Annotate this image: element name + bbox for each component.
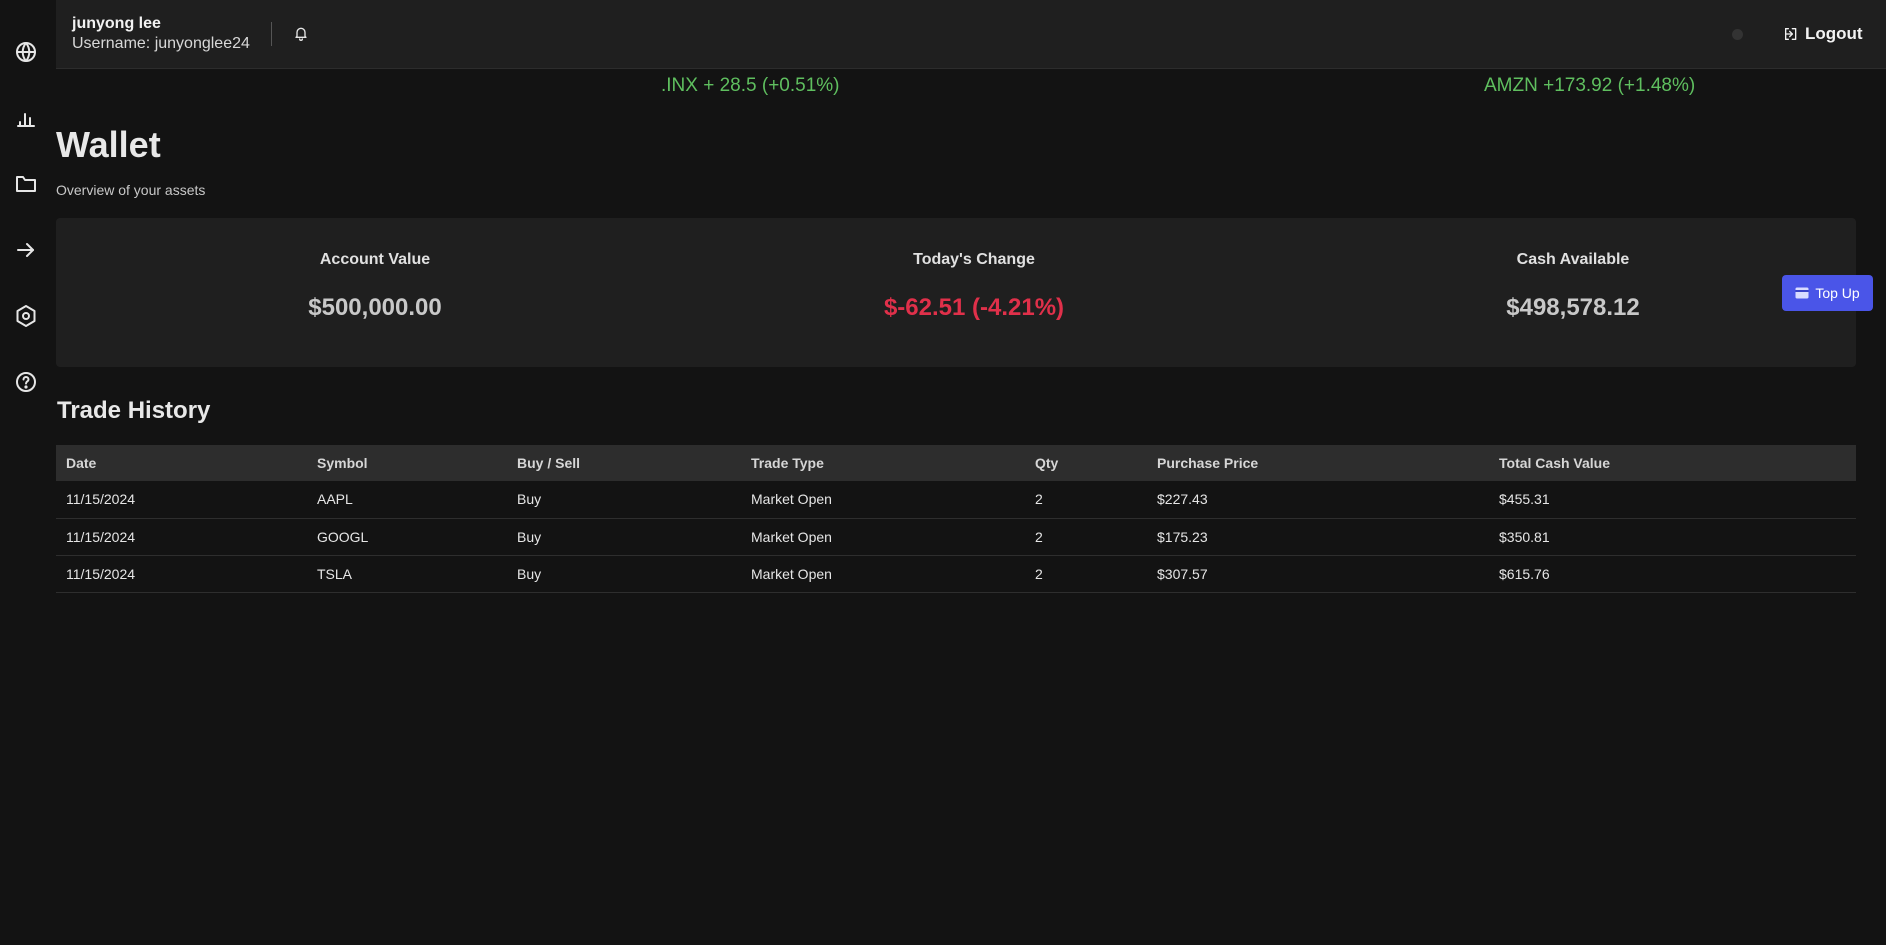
cell-trade-type: Market Open	[751, 491, 832, 508]
table-row: 11/15/2024 AAPL Buy Market Open 2 $227.4…	[56, 481, 1856, 518]
cell-qty: 2	[1035, 565, 1043, 582]
header-divider	[271, 22, 272, 46]
cell-trade-type: Market Open	[751, 528, 832, 545]
cell-symbol: AAPL	[317, 491, 353, 508]
cell-purchase-price: $227.43	[1157, 491, 1208, 508]
cash-available-value: $498,578.12	[1506, 294, 1640, 321]
cell-buy-sell: Buy	[517, 491, 542, 508]
cell-total-cash-value: $455.31	[1499, 491, 1550, 508]
table-row: 11/15/2024 GOOGL Buy Market Open 2 $175.…	[56, 518, 1856, 555]
sidebar	[0, 0, 56, 945]
cell-buy-sell: Buy	[517, 565, 542, 582]
todays-change-value: $-62.51 (-4.21%)	[883, 294, 1065, 321]
top-up-button[interactable]: Top Up	[1782, 275, 1873, 311]
cell-trade-type: Market Open	[751, 565, 832, 582]
cell-symbol: TSLA	[317, 565, 353, 582]
cell-purchase-price: $175.23	[1157, 528, 1208, 545]
cell-date: 11/15/2024	[66, 565, 136, 582]
column-header-purchase-price[interactable]: Purchase Price	[1147, 445, 1489, 481]
top-header: junyong lee Username: junyonglee24 Logou…	[56, 0, 1886, 69]
cell-purchase-price: $307.57	[1157, 565, 1208, 582]
account-value-label: Account Value	[319, 251, 431, 268]
trade-history-table: Date Symbol Buy / Sell Trade Type Qty Pu…	[56, 445, 1856, 593]
table-header-row: Date Symbol Buy / Sell Trade Type Qty Pu…	[56, 445, 1856, 481]
settings-hex-icon[interactable]	[12, 302, 40, 330]
cell-symbol: GOOGL	[317, 528, 369, 545]
credit-card-icon	[1795, 287, 1809, 299]
cell-date: 11/15/2024	[66, 491, 136, 508]
column-header-qty[interactable]: Qty	[1025, 445, 1147, 481]
column-header-trade-type[interactable]: Trade Type	[741, 445, 1025, 481]
arrow-right-icon[interactable]	[12, 236, 40, 264]
user-username: Username: junyonglee24	[72, 35, 250, 52]
cell-buy-sell: Buy	[517, 528, 542, 545]
table-row: 11/15/2024 TSLA Buy Market Open 2 $307.5…	[56, 555, 1856, 592]
top-up-label: Top Up	[1815, 285, 1860, 301]
page-title: Wallet	[56, 124, 161, 165]
trade-history-title: Trade History	[57, 397, 211, 424]
cell-total-cash-value: $615.76	[1499, 565, 1550, 582]
bar-chart-icon[interactable]	[12, 104, 40, 132]
column-header-symbol[interactable]: Symbol	[307, 445, 507, 481]
logout-icon	[1785, 28, 1797, 40]
page-subtitle: Overview of your assets	[56, 182, 206, 198]
cell-date: 11/15/2024	[66, 528, 136, 545]
account-summary-card: Account Value $500,000.00 Today's Change…	[56, 218, 1873, 367]
logout-button[interactable]: Logout	[1783, 22, 1863, 46]
column-header-date[interactable]: Date	[56, 445, 307, 481]
globe-icon[interactable]	[12, 38, 40, 66]
status-indicator	[1732, 29, 1743, 40]
ticker-item: AMZN +173.92 (+1.48%)	[1484, 75, 1696, 96]
bell-icon[interactable]	[291, 23, 311, 43]
column-header-total-cash-value[interactable]: Total Cash Value	[1489, 445, 1856, 481]
column-header-buy-sell[interactable]: Buy / Sell	[507, 445, 741, 481]
folder-icon[interactable]	[12, 170, 40, 198]
todays-change-label: Today's Change	[913, 251, 1035, 268]
logout-label: Logout	[1805, 24, 1863, 43]
cash-available-label: Cash Available	[1516, 251, 1630, 268]
cell-qty: 2	[1035, 491, 1043, 508]
cell-total-cash-value: $350.81	[1499, 528, 1550, 545]
cell-qty: 2	[1035, 528, 1043, 545]
help-icon[interactable]	[12, 368, 40, 396]
ticker-item: .INX + 28.5 (+0.51%)	[661, 75, 840, 96]
user-name: junyong lee	[72, 15, 161, 32]
account-value: $500,000.00	[308, 294, 442, 321]
